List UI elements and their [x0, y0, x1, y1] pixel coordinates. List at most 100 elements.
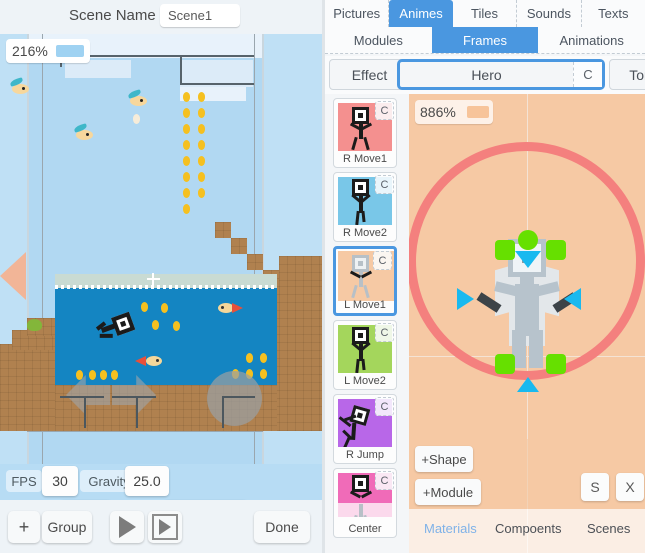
tab-scenes[interactable]: Scenes [587, 521, 630, 536]
scene-toolbar: + Group Done [0, 500, 322, 553]
add-button[interactable]: + [8, 511, 40, 543]
frame-copy-tag[interactable]: C [375, 397, 394, 416]
resize-handle-top-right[interactable] [546, 240, 566, 260]
editor-bottom-separator [527, 439, 528, 509]
figure-leg-left [351, 514, 358, 517]
pad-bracket-1 [60, 396, 104, 398]
editor-zoom-control[interactable]: 886% [415, 100, 493, 124]
editor-zoom-slider[interactable] [467, 106, 489, 118]
coin [198, 188, 205, 198]
resize-handle-bottom-left[interactable] [495, 354, 515, 374]
scene-editor-panel: Scene Name Scene1 216% FPS 30 Gravity 25… [0, 0, 322, 553]
save-button[interactable]: S [581, 473, 609, 501]
tab-compoents[interactable]: Compoents [495, 521, 561, 536]
play-icon-small [159, 519, 171, 535]
resize-handle-top-left[interactable] [495, 240, 515, 260]
frame-thumb-l-move2[interactable]: C L Move2 [333, 320, 397, 390]
object-hero-tag[interactable]: C [573, 62, 602, 87]
figure-pupil [358, 113, 363, 118]
coin [183, 204, 190, 214]
move-caret-down-icon[interactable] [515, 251, 541, 268]
tab-animes[interactable]: Animes [389, 0, 453, 27]
coin [260, 369, 267, 379]
tab-pictures[interactable]: Pictures [325, 0, 390, 27]
frame-copy-tag[interactable]: C [375, 323, 394, 342]
rod-horizontal-2 [180, 55, 254, 57]
terrain-left [0, 344, 60, 431]
bird-eye [22, 87, 25, 90]
move-caret-up-icon[interactable] [517, 377, 539, 392]
pad-bracket-2v [136, 396, 138, 428]
frame-label: R Jump [346, 449, 384, 461]
coin [183, 140, 190, 150]
frame-copy-tag[interactable]: C [375, 101, 394, 120]
coin [183, 188, 190, 198]
gravity-input[interactable]: 25.0 [125, 466, 169, 496]
tab-frames[interactable]: Frames [431, 27, 539, 53]
tab-texts[interactable]: Texts [582, 0, 645, 27]
tab-tiles[interactable]: Tiles [453, 0, 518, 27]
frame-copy-tag[interactable]: C [373, 251, 392, 270]
action-round-button[interactable] [207, 371, 262, 426]
object-tor[interactable]: Tor [609, 59, 645, 90]
coin [161, 303, 168, 313]
move-caret-left-icon[interactable] [564, 288, 581, 310]
canvas-zoom-slider[interactable] [56, 45, 84, 57]
add-module-button[interactable]: +Module [415, 479, 481, 505]
close-button[interactable]: X [616, 473, 644, 501]
fps-input[interactable]: 30 [42, 466, 78, 496]
frame-copy-tag[interactable]: C [375, 175, 394, 194]
secondary-tabs: Modules Frames Animations [325, 27, 645, 54]
scene-header: Scene Name Scene1 [0, 0, 322, 34]
move-caret-right-icon[interactable] [457, 288, 474, 310]
frame-copy-tag[interactable]: C [375, 471, 394, 490]
figure-leg-right [361, 210, 366, 223]
sprite-editor-canvas[interactable]: 886% +Shape +Module S X [409, 94, 645, 509]
scene-canvas[interactable]: 216% FPS 30 Gravity 25.0 Camera 350% Ori… [0, 34, 322, 500]
frame-thumb-r-move1[interactable]: C R Move1 [333, 98, 397, 168]
tab-materials[interactable]: Materials [424, 521, 477, 536]
frame-thumb-r-jump[interactable]: C R Jump [333, 394, 397, 464]
scene-name-input[interactable]: Scene1 [160, 4, 240, 27]
group-button[interactable]: Group [42, 511, 92, 543]
tab-sounds[interactable]: Sounds [517, 0, 582, 27]
play-step-button[interactable] [148, 511, 182, 543]
pad-bracket-1v [84, 396, 86, 428]
coin [198, 172, 205, 182]
figure-pupil [358, 185, 363, 190]
add-shape-button[interactable]: +Shape [415, 446, 473, 472]
rotate-handle[interactable] [518, 230, 538, 250]
object-tor-label: Tor [629, 66, 645, 83]
sprite-leg-right[interactable] [529, 330, 543, 368]
terrain-right-step [279, 256, 322, 282]
fps-label: FPS [6, 470, 42, 492]
tab-animations[interactable]: Animations [538, 27, 645, 53]
frame-thumb-l-move1[interactable]: C L Move1 [333, 246, 397, 316]
coin [246, 353, 253, 363]
frame-thumb-r-move2[interactable]: C R Move2 [333, 172, 397, 242]
app-root: Scene Name Scene1 216% FPS 30 Gravity 25… [0, 0, 645, 553]
object-hero-label: Hero [471, 66, 502, 83]
resize-handle-bottom-right[interactable] [546, 354, 566, 374]
figure-leg-left [351, 284, 358, 299]
crosshair-v [152, 273, 154, 286]
play-button[interactable] [110, 511, 144, 543]
play-icon [118, 516, 136, 538]
frame-thumb-center[interactable]: C Center [333, 468, 397, 538]
figure-pupil [358, 261, 363, 266]
fish-tail [232, 303, 243, 313]
canvas-zoom-control[interactable]: 216% [6, 39, 90, 63]
tab-modules[interactable]: Modules [325, 27, 432, 53]
canvas-zoom-value: 216% [12, 43, 48, 59]
coin [183, 108, 190, 118]
figure-pupil [358, 333, 363, 338]
frames-list[interactable]: C R Move1 C R Move2 C L Move1 C L Move2 … [325, 94, 409, 553]
done-button[interactable]: Done [254, 511, 310, 543]
frame-label: R Move2 [342, 227, 388, 239]
coin-air-1 [133, 114, 140, 124]
left-edge-arrow [0, 252, 26, 300]
object-hero[interactable]: Hero C [397, 59, 605, 90]
fish-body [146, 356, 162, 366]
coin [198, 140, 205, 150]
coin [198, 156, 205, 166]
